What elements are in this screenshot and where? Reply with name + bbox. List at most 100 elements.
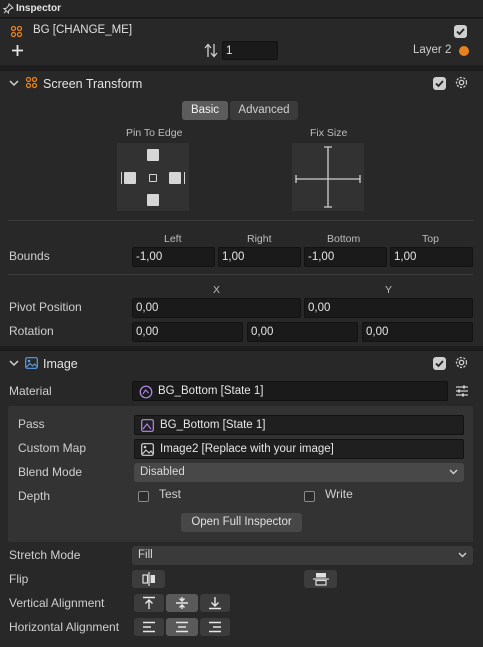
pin-to-edge-label: Pin To Edge [126,127,183,139]
pin-bottom-toggle[interactable] [147,194,159,206]
pin-center-toggle[interactable] [149,174,157,182]
right-align-icon [209,621,221,633]
flip-vertical-icon [312,573,329,586]
custom-map-value: Image2 [Replace with your image] [160,443,334,455]
blend-mode-label: Blend Mode [18,465,83,479]
tab-advanced[interactable]: Advanced [230,101,298,120]
sort-order-icon [204,43,218,58]
screen-transform-section: Screen Transform Basic Advanced Pin To E… [0,70,483,346]
object-header: BG [CHANGE_ME] 1 Layer 2 [0,19,483,65]
custom-map-field[interactable]: Image2 [Replace with your image] [134,439,464,459]
material-properties-box: Pass BG_Bottom [State 1] Custom Map Imag… [8,406,473,542]
screen-transform-enabled-checkbox[interactable] [433,77,446,90]
tab-basic[interactable]: Basic [182,101,228,120]
pivot-header-y: Y [385,284,393,296]
chevron-down-icon[interactable] [9,80,19,87]
stretch-mode-dropdown[interactable]: Fill [132,546,473,565]
layer-color-dot [459,46,469,56]
fix-size-cross-icon [295,146,361,208]
vertical-alignment-label: Vertical Alignment [9,596,105,610]
pin-icon[interactable] [3,3,14,14]
layer-label[interactable]: Layer 2 [413,44,451,56]
image-header[interactable]: Image [0,351,483,377]
right-edge-mark [184,172,185,184]
flip-horizontal-button[interactable] [132,570,165,588]
stretch-mode-value: Fill [138,549,153,561]
horizontal-align-left-button[interactable] [134,618,164,636]
open-full-inspector-button[interactable]: Open Full Inspector [181,513,302,532]
material-field[interactable]: BG_Bottom [State 1] [132,381,448,401]
screen-transform-header[interactable]: Screen Transform [0,71,483,97]
vertical-align-top-button[interactable] [134,594,164,612]
rotation-x-input[interactable]: 0,00 [132,322,243,342]
material-settings-sliders-icon[interactable] [455,384,469,398]
gear-icon[interactable] [454,75,469,90]
pivot-header-x: X [213,284,221,296]
image-title: Image [43,357,78,371]
rotation-label: Rotation [9,324,54,338]
horizontal-align-right-button[interactable] [200,618,230,636]
divider [8,274,473,275]
pin-top-toggle[interactable] [147,149,159,161]
screen-transform-title: Screen Transform [43,77,143,91]
pass-field[interactable]: BG_Bottom [State 1] [134,415,464,435]
object-enabled-checkbox[interactable] [454,25,467,38]
bounds-top-input[interactable]: 1,00 [390,247,473,267]
pass-value: BG_Bottom [State 1] [160,419,266,431]
screen-transform-icon [25,76,38,89]
gear-icon[interactable] [454,355,469,370]
image-section: Image Material BG_Bottom [State 1] Pass … [0,350,483,647]
top-align-icon [143,596,155,609]
texture-icon [141,443,154,456]
vertical-align-center-button[interactable] [166,594,198,612]
pin-right-toggle[interactable] [169,172,181,184]
pass-label: Pass [18,417,45,431]
stretch-mode-label: Stretch Mode [9,548,81,562]
pass-icon [141,419,154,432]
rotation-y-input[interactable]: 0,00 [247,322,358,342]
bounds-header-top: Top [422,233,439,245]
blend-mode-dropdown[interactable]: Disabled [134,463,464,482]
object-name[interactable]: BG [CHANGE_ME] [33,24,132,36]
pivot-x-input[interactable]: 0,00 [132,298,301,318]
image-enabled-checkbox[interactable] [433,357,446,370]
panel-title: Inspector [16,3,62,14]
add-component-icon[interactable] [11,44,24,57]
bounds-right-input[interactable]: 1,00 [218,247,301,267]
pivot-y-input[interactable]: 0,00 [304,298,473,318]
bounds-header-left: Left [164,233,182,245]
depth-test-checkbox[interactable] [138,491,149,502]
depth-test-label: Test [159,487,182,501]
flip-label: Flip [9,572,29,586]
transform-mode-tabs: Basic Advanced [182,101,298,120]
render-order-input[interactable]: 1 [222,41,278,60]
bottom-align-icon [209,597,221,610]
flip-horizontal-icon [141,572,155,586]
divider [8,220,473,221]
depth-label: Depth [18,489,51,503]
center-align-icon [176,621,188,633]
vertical-align-bottom-button[interactable] [200,594,230,612]
depth-write-checkbox[interactable] [304,491,315,502]
left-align-icon [143,621,155,633]
pin-left-toggle[interactable] [124,172,136,184]
bounds-bottom-input[interactable]: -1,00 [304,247,387,267]
chevron-down-icon[interactable] [9,360,19,367]
bounds-left-input[interactable]: -1,00 [132,247,215,267]
pin-to-edge-widget [117,143,189,211]
blend-mode-value: Disabled [140,466,185,478]
material-value: BG_Bottom [State 1] [158,385,264,397]
rotation-z-input[interactable]: 0,00 [362,322,473,342]
fix-size-widget[interactable] [292,143,364,211]
image-component-icon [25,357,38,369]
left-edge-mark [121,172,122,184]
screen-transform-object-icon [10,25,23,38]
horizontal-alignment-label: Horizontal Alignment [9,620,120,634]
flip-vertical-button[interactable] [304,570,337,588]
bounds-label: Bounds [9,249,50,263]
material-label: Material [9,384,52,398]
inspector-titlebar: Inspector [0,0,483,18]
fix-size-label: Fix Size [310,127,348,139]
horizontal-align-center-button[interactable] [166,618,198,636]
material-icon [139,385,153,399]
